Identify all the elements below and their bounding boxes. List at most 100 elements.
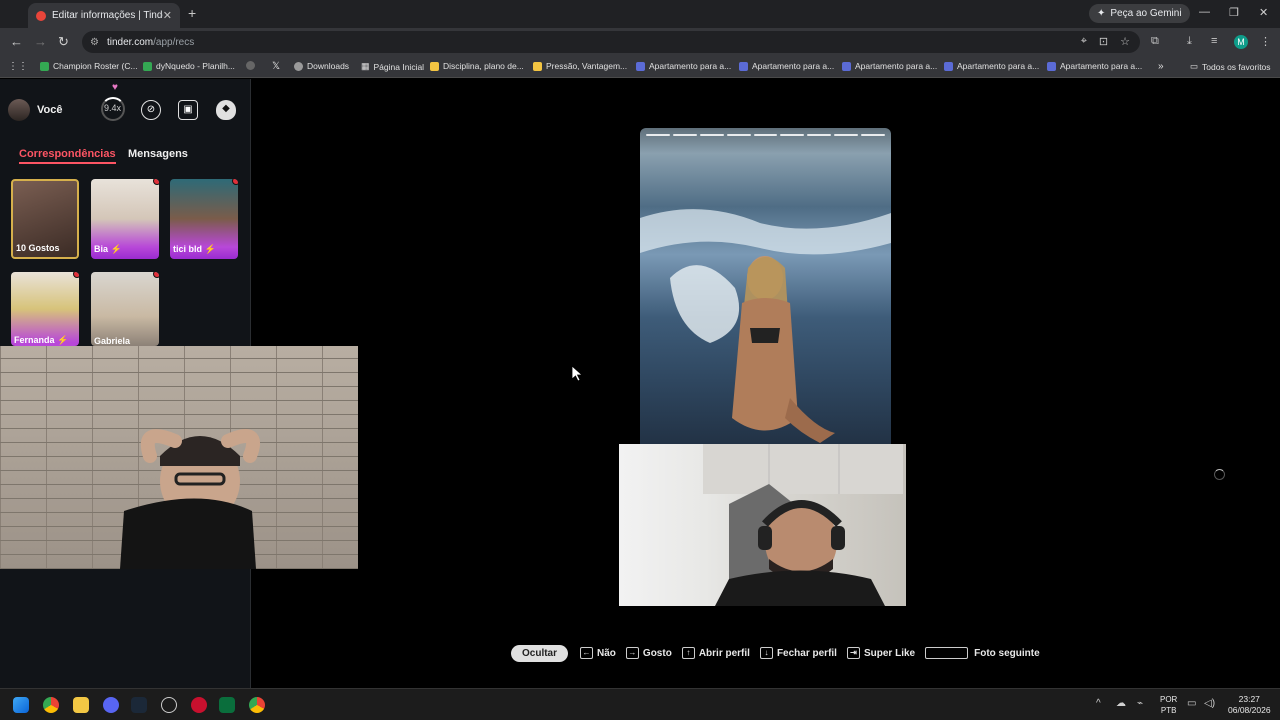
arrow-down-key-icon: ↓ [759, 647, 773, 659]
chrome-profile-taskbar-icon[interactable] [249, 697, 265, 713]
show-hidden-icons[interactable]: ^ [1096, 698, 1101, 709]
windows-start-icon[interactable] [13, 697, 29, 713]
onedrive-icon[interactable]: ☁ [1116, 698, 1126, 709]
bookmark-item[interactable]: Pressão, Vantagem... [533, 61, 627, 71]
user-avatar[interactable] [8, 99, 30, 121]
back-icon[interactable]: ← [10, 34, 23, 49]
gemini-sparkle-icon: ✦ [1097, 8, 1106, 19]
match-card[interactable]: Bia ⚡ [91, 179, 159, 259]
webcam-overlay-left [0, 346, 358, 569]
globe-icon [294, 61, 303, 71]
bookmark-item[interactable]: 𝕏 [272, 61, 280, 72]
bookmark-item[interactable]: Disciplina, plano de... [430, 61, 524, 71]
minimize-icon[interactable]: — [1199, 6, 1210, 18]
close-window-icon[interactable]: ✕ [1259, 6, 1268, 19]
file-explorer-icon[interactable] [73, 697, 89, 713]
match-name: Fernanda ⚡ [14, 335, 69, 345]
x-logo-icon: 𝕏 [272, 61, 281, 72]
match-card[interactable]: Fernanda ⚡ [11, 272, 79, 346]
steam-icon[interactable] [131, 697, 147, 713]
network-icon[interactable]: ⌁ [1137, 698, 1143, 709]
discord-icon[interactable] [103, 697, 119, 713]
site-icon [1047, 61, 1056, 71]
bookmark-item[interactable]: Apartamento para a... [739, 61, 834, 71]
gemini-button[interactable]: ✦ Peça ao Gemini [1089, 4, 1190, 23]
reading-list-icon[interactable]: ≡ [1211, 35, 1217, 47]
profile-photo[interactable] [640, 128, 891, 444]
more-bookmarks-icon[interactable]: » [1158, 61, 1164, 72]
new-tab-icon[interactable]: + [188, 5, 196, 21]
bookmark-item[interactable]: Apartamento para a... [1047, 61, 1142, 71]
boost-meter[interactable]: ♥ 9.4x [101, 82, 125, 121]
enter-key-icon: ⇥ [846, 647, 860, 659]
safety-shield-icon[interactable]: ◆ [216, 100, 236, 120]
keyboard-language[interactable]: POR PTB [1160, 694, 1177, 716]
system-clock[interactable]: 23:27 06/08/2026 [1228, 694, 1271, 716]
match-name: Bia ⚡ [94, 244, 122, 254]
shortcut-nope: ← Não [580, 647, 616, 659]
restore-icon[interactable]: ❐ [1229, 6, 1239, 19]
explore-compass-icon[interactable]: ⊘ [141, 100, 161, 120]
tab-messages[interactable]: Mensagens [128, 148, 188, 160]
new-match-dot [232, 179, 238, 185]
bookmark-item[interactable]: dyNquedo - Planilh... [143, 61, 235, 71]
close-tab-icon[interactable]: ✕ [163, 9, 172, 22]
bookmark-item[interactable]: Champion Roster (C... [40, 61, 138, 71]
browser-tab-tinder[interactable]: Editar informações | Tinder ✕ [28, 3, 180, 28]
match-card[interactable]: tici bld ⚡ [170, 179, 238, 259]
bookmark-item[interactable]: Apartamento para a... [636, 61, 731, 71]
riot-client-icon[interactable] [191, 697, 207, 713]
globe-icon [246, 61, 255, 70]
hide-shortcuts-button[interactable]: Ocultar [511, 644, 569, 662]
reload-icon[interactable]: ↻ [58, 34, 69, 50]
shortcut-like: → Gosto [625, 647, 672, 659]
profile-avatar[interactable]: M [1234, 35, 1248, 49]
bookmark-item[interactable]: Downloads [294, 61, 349, 71]
game-launcher-icon[interactable] [219, 697, 235, 713]
bookmark-item[interactable]: Apartamento para a... [944, 61, 1039, 71]
volume-icon[interactable]: ◁) [1204, 698, 1215, 709]
menu-icon[interactable]: ⋮ [1260, 35, 1271, 48]
grid-icon: ▦ [361, 61, 370, 71]
forward-icon[interactable]: → [34, 34, 47, 49]
folder-outline-icon: ▭ [1190, 61, 1199, 71]
site-icon [636, 61, 645, 71]
bookmark-item[interactable] [246, 61, 255, 70]
folder-icon [430, 61, 439, 71]
shortcut-close-profile: ↓ Fechar perfil [759, 647, 837, 659]
apps-grid-icon[interactable]: ⋮⋮ [8, 61, 28, 72]
arrow-left-key-icon: ← [580, 647, 594, 659]
bookmark-item[interactable]: ▦ Página Inicial [361, 61, 424, 72]
site-info-icon[interactable]: ⚙ [90, 37, 99, 48]
likes-card[interactable]: 10 Gostos [11, 179, 79, 259]
windows-taskbar: ^ ☁ ⌁ POR PTB ▭ ◁) 23:27 06/08/2026 [0, 688, 1280, 720]
match-name: tici bld ⚡ [173, 244, 216, 254]
display-icon[interactable]: ▭ [1187, 698, 1196, 709]
shortcut-super-like: ⇥ Super Like [846, 647, 915, 659]
tab-matches[interactable]: Correspondências [19, 148, 116, 164]
all-bookmarks[interactable]: ▭ Todos os favoritos [1190, 61, 1271, 72]
sheets-icon [143, 61, 152, 71]
bookmark-star-icon[interactable]: ☆ [1120, 35, 1130, 48]
sidebar-header: Você ♥ 9.4x ⊘ ▣ ◆ [0, 79, 250, 139]
app-icon[interactable] [161, 697, 177, 713]
location-icon[interactable]: ⌖ [1081, 35, 1087, 48]
bookmark-item[interactable]: Apartamento para a... [842, 61, 937, 71]
browser-toolbar: ← → ↻ ⚙ tinder.com/app/recs ⌖ ⊡ ☆ ⧉ ⤓ ≡ … [0, 28, 1280, 56]
user-label[interactable]: Você [37, 104, 62, 116]
sheets-icon [40, 61, 49, 71]
extensions-icon[interactable]: ⧉ [1151, 35, 1159, 48]
address-bar[interactable]: ⚙ tinder.com/app/recs ⌖ ⊡ ☆ [82, 31, 1140, 53]
tab-strip: Editar informações | Tinder ✕ + ✦ Peça a… [0, 0, 1280, 28]
spacebar-key-icon [925, 647, 969, 659]
gemini-label: Peça ao Gemini [1110, 8, 1182, 19]
cursor-arrow-icon [571, 365, 584, 382]
install-app-icon[interactable]: ⊡ [1099, 35, 1108, 48]
downloads-icon[interactable]: ⤓ [1187, 35, 1192, 48]
url-host: tinder.com [106, 36, 154, 48]
chrome-taskbar-icon[interactable] [43, 697, 59, 713]
webcam-overlay-right [619, 444, 906, 606]
bookmarks-bar: ⋮⋮ Champion Roster (C... dyNquedo - Plan… [0, 56, 1280, 78]
briefcase-icon[interactable]: ▣ [178, 100, 198, 120]
match-card[interactable]: Gabriela [91, 272, 159, 346]
